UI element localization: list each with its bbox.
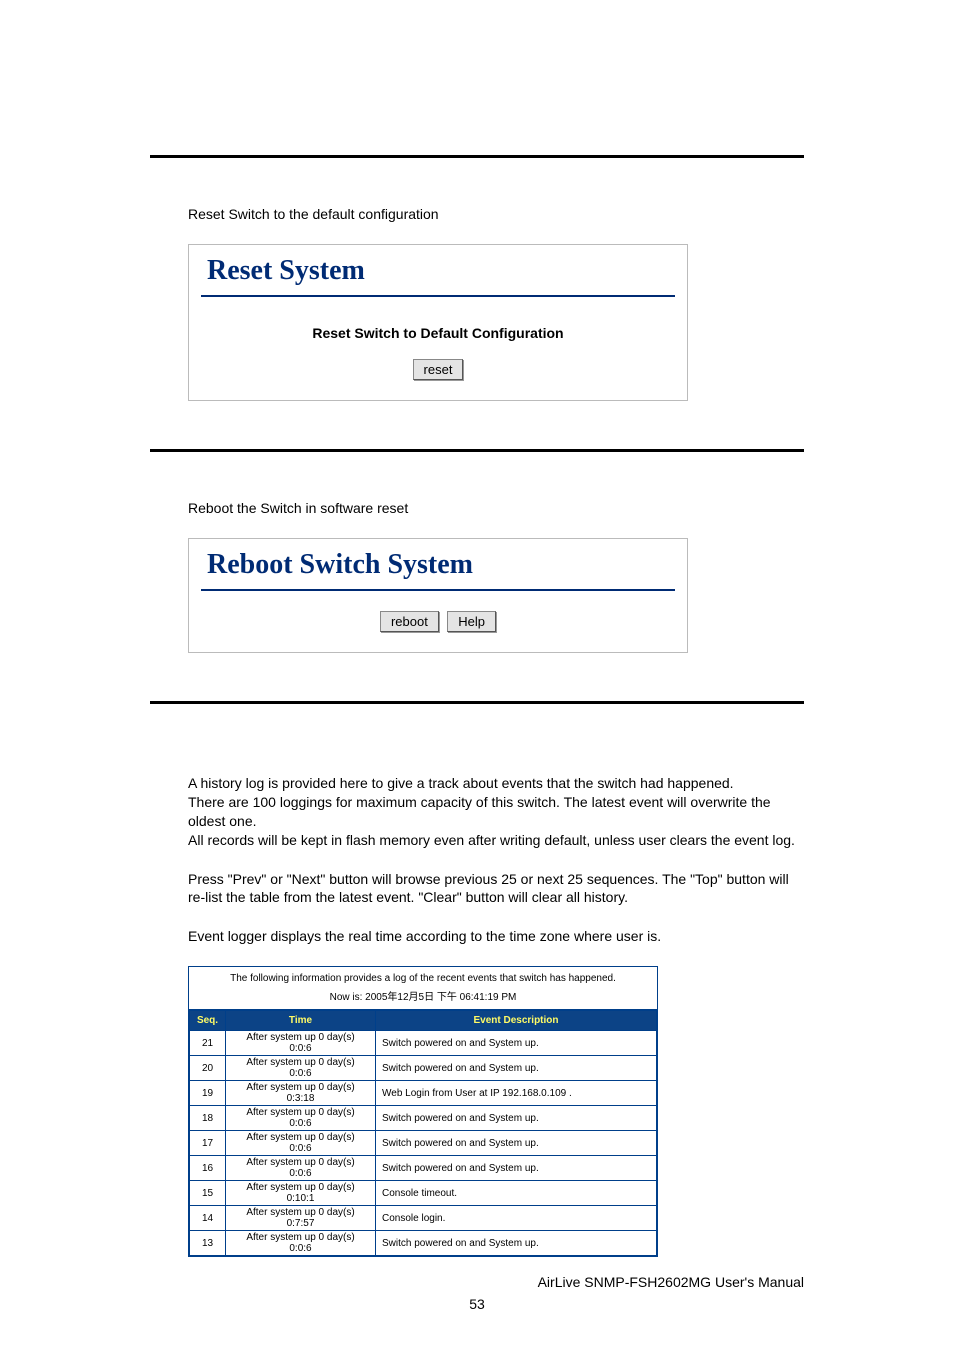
reboot-intro: Reboot the Switch in software reset	[188, 500, 804, 516]
log-para-2: Press "Prev" or "Next" button will brows…	[188, 870, 804, 908]
panel-rule	[201, 295, 675, 297]
cell-time: After system up 0 day(s)0:3:18	[226, 1081, 376, 1106]
section-divider	[150, 449, 804, 452]
reboot-button[interactable]: reboot	[380, 611, 439, 632]
cell-desc: Switch powered on and System up.	[376, 1106, 657, 1131]
reset-system-panel: Reset System Reset Switch to Default Con…	[188, 244, 688, 401]
section-divider	[150, 155, 804, 158]
log-para-1c: All records will be kept in flash memory…	[188, 831, 804, 850]
table-row: 20After system up 0 day(s)0:0:6Switch po…	[190, 1056, 657, 1081]
reboot-panel-title: Reboot Switch System	[189, 539, 687, 589]
log-para-1b: There are 100 loggings for maximum capac…	[188, 793, 804, 831]
cell-desc: Switch powered on and System up.	[376, 1156, 657, 1181]
cell-desc: Switch powered on and System up.	[376, 1031, 657, 1056]
col-desc: Event Description	[376, 1011, 657, 1031]
cell-desc: Web Login from User at IP 192.168.0.109 …	[376, 1081, 657, 1106]
event-log-figure: The following information provides a log…	[188, 966, 658, 1257]
table-row: 17After system up 0 day(s)0:0:6Switch po…	[190, 1131, 657, 1156]
cell-desc: Switch powered on and System up.	[376, 1056, 657, 1081]
log-para-1a: A history log is provided here to give a…	[188, 774, 804, 793]
panel-rule	[201, 589, 675, 591]
reset-intro: Reset Switch to the default configuratio…	[188, 206, 804, 222]
cell-seq: 13	[190, 1231, 226, 1256]
reset-panel-subtitle: Reset Switch to Default Configuration	[189, 299, 687, 359]
reset-panel-title: Reset System	[189, 245, 687, 295]
cell-desc: Console timeout.	[376, 1181, 657, 1206]
cell-time: After system up 0 day(s)0:0:6	[226, 1106, 376, 1131]
event-log-table: Seq. Time Event Description 21After syst…	[189, 1010, 657, 1256]
cell-seq: 18	[190, 1106, 226, 1131]
cell-seq: 16	[190, 1156, 226, 1181]
cell-time: After system up 0 day(s)0:0:6	[226, 1156, 376, 1181]
table-row: 19After system up 0 day(s)0:3:18Web Logi…	[190, 1081, 657, 1106]
cell-seq: 21	[190, 1031, 226, 1056]
cell-time: After system up 0 day(s)0:7:57	[226, 1206, 376, 1231]
page-number: 53	[0, 1296, 954, 1312]
table-row: 16After system up 0 day(s)0:0:6Switch po…	[190, 1156, 657, 1181]
help-button[interactable]: Help	[447, 611, 496, 632]
cell-desc: Switch powered on and System up.	[376, 1231, 657, 1256]
event-log-caption: The following information provides a log…	[189, 967, 657, 986]
table-row: 15After system up 0 day(s)0:10:1Console …	[190, 1181, 657, 1206]
table-row: 21After system up 0 day(s)0:0:6Switch po…	[190, 1031, 657, 1056]
table-row: 13After system up 0 day(s)0:0:6Switch po…	[190, 1231, 657, 1256]
section-divider	[150, 701, 804, 704]
cell-seq: 20	[190, 1056, 226, 1081]
cell-time: After system up 0 day(s)0:0:6	[226, 1231, 376, 1256]
cell-desc: Switch powered on and System up.	[376, 1131, 657, 1156]
footer-text: AirLive SNMP-FSH2602MG User's Manual	[0, 1274, 954, 1290]
event-log-timestamp: Now is: 2005年12月5日 下午 06:41:19 PM	[189, 986, 657, 1010]
cell-desc: Console login.	[376, 1206, 657, 1231]
cell-seq: 14	[190, 1206, 226, 1231]
cell-seq: 17	[190, 1131, 226, 1156]
cell-seq: 15	[190, 1181, 226, 1206]
cell-time: After system up 0 day(s)0:10:1	[226, 1181, 376, 1206]
reset-button[interactable]: reset	[413, 359, 464, 380]
col-time: Time	[226, 1011, 376, 1031]
reboot-switch-panel: Reboot Switch System reboot Help	[188, 538, 688, 653]
cell-time: After system up 0 day(s)0:0:6	[226, 1031, 376, 1056]
table-row: 14After system up 0 day(s)0:7:57Console …	[190, 1206, 657, 1231]
cell-seq: 19	[190, 1081, 226, 1106]
log-para-3: Event logger displays the real time acco…	[188, 927, 804, 946]
table-row: 18After system up 0 day(s)0:0:6Switch po…	[190, 1106, 657, 1131]
cell-time: After system up 0 day(s)0:0:6	[226, 1056, 376, 1081]
col-seq: Seq.	[190, 1011, 226, 1031]
cell-time: After system up 0 day(s)0:0:6	[226, 1131, 376, 1156]
